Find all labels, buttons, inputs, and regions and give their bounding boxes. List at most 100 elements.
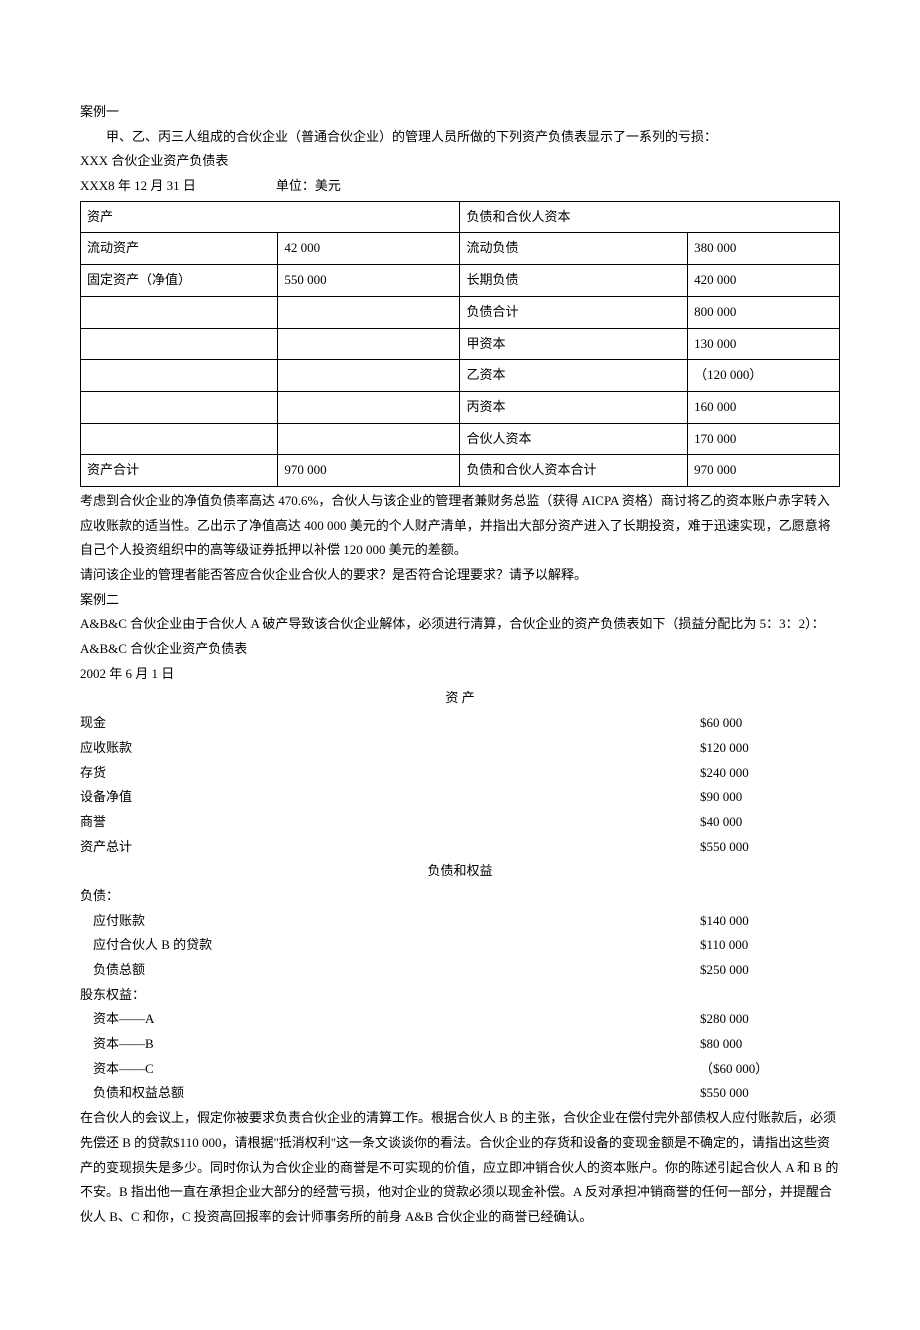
cell: 130 000: [688, 328, 840, 360]
table-row: 负债合计 800 000: [81, 296, 840, 328]
value: $110 000: [700, 933, 840, 958]
cell: 固定资产（净值）: [81, 265, 278, 297]
case-2-intro: A&B&C 合伙企业由于合伙人 A 破产导致该合伙企业解体，必须进行清算，合伙企…: [80, 612, 840, 637]
case-1-date-line: XXX8 年 12 月 31 日 单位：美元: [80, 174, 840, 199]
cell: [81, 360, 278, 392]
table-row: 丙资本 160 000: [81, 391, 840, 423]
cell: 800 000: [688, 296, 840, 328]
label: 负债总额: [80, 958, 700, 983]
cell: 流动资产: [81, 233, 278, 265]
cell: [278, 391, 460, 423]
cell: [278, 328, 460, 360]
table-row: 流动资产 42 000 流动负债 380 000: [81, 233, 840, 265]
list-item: 设备净值 $90 000: [80, 785, 840, 810]
case-1-paragraph-1: 考虑到合伙企业的净值负债率高达 470.6%，合伙人与该企业的管理者兼财务总监（…: [80, 489, 840, 563]
case-1-table-title: XXX 合伙企业资产负债表: [80, 149, 840, 174]
value: $280 000: [700, 1007, 840, 1032]
cell: 420 000: [688, 265, 840, 297]
cell: 甲资本: [460, 328, 688, 360]
value: $80 000: [700, 1032, 840, 1057]
cell: [278, 360, 460, 392]
case-1-paragraph-2: 请问该企业的管理者能否答应合伙企业合伙人的要求？是否符合论理要求？请予以解释。: [80, 563, 840, 588]
balance-sheet-table: 资产 负债和合伙人资本 流动资产 42 000 流动负债 380 000 固定资…: [80, 201, 840, 487]
list-item: 资本——A $280 000: [80, 1007, 840, 1032]
cell: 170 000: [688, 423, 840, 455]
table-row: 甲资本 130 000: [81, 328, 840, 360]
cell: 970 000: [688, 455, 840, 487]
value: $550 000: [700, 1081, 840, 1106]
value: $40 000: [700, 810, 840, 835]
list-item: 应收账款 $120 000: [80, 736, 840, 761]
case-2-table-title: A&B&C 合伙企业资产负债表: [80, 637, 840, 662]
value: $240 000: [700, 761, 840, 786]
value: $550 000: [700, 835, 840, 860]
cell: 丙资本: [460, 391, 688, 423]
case-1-unit: 单位：美元: [276, 174, 341, 199]
case-1-date: XXX8 年 12 月 31 日: [80, 174, 196, 199]
label: 资本——B: [80, 1032, 700, 1057]
list-item: 存货 $240 000: [80, 761, 840, 786]
label: 应付合伙人 B 的贷款: [80, 933, 700, 958]
cell: 380 000: [688, 233, 840, 265]
table-row: 资产合计 970 000 负债和合伙人资本合计 970 000: [81, 455, 840, 487]
cell: [81, 328, 278, 360]
label: 设备净值: [80, 785, 700, 810]
cell: 乙资本: [460, 360, 688, 392]
case-2-date: 2002 年 6 月 1 日: [80, 662, 840, 687]
case-2-paragraph-1: 在合伙人的会议上，假定你被要求负责合伙企业的清算工作。根据合伙人 B 的主张，合…: [80, 1106, 840, 1229]
value: $120 000: [700, 736, 840, 761]
label: 商誉: [80, 810, 700, 835]
header-assets: 资产: [81, 201, 460, 233]
list-item: 现金 $60 000: [80, 711, 840, 736]
value: $60 000: [700, 711, 840, 736]
value: $90 000: [700, 785, 840, 810]
cell: 资产合计: [81, 455, 278, 487]
cell: 负债合计: [460, 296, 688, 328]
case-1-intro: 甲、乙、丙三人组成的合伙企业（普通合伙企业）的管理人员所做的下列资产负债表显示了…: [80, 125, 840, 150]
list-item: 商誉 $40 000: [80, 810, 840, 835]
cell: 970 000: [278, 455, 460, 487]
cell: [81, 296, 278, 328]
cell: 流动负债: [460, 233, 688, 265]
value: $250 000: [700, 958, 840, 983]
cell: 合伙人资本: [460, 423, 688, 455]
table-header-row: 资产 负债和合伙人资本: [81, 201, 840, 233]
list-item: 负债和权益总额 $550 000: [80, 1081, 840, 1106]
case-1-title: 案例一: [80, 100, 840, 125]
cell: [81, 423, 278, 455]
list-item: 资产总计 $550 000: [80, 835, 840, 860]
label: 应付账款: [80, 909, 700, 934]
table-row: 固定资产（净值） 550 000 长期负债 420 000: [81, 265, 840, 297]
cell: [278, 423, 460, 455]
equity-label: 股东权益：: [80, 983, 840, 1008]
liab-label: 负债：: [80, 884, 840, 909]
cell: 42 000: [278, 233, 460, 265]
liab-section-header: 负债和权益: [80, 859, 840, 884]
label: 现金: [80, 711, 700, 736]
cell: 长期负债: [460, 265, 688, 297]
cell: （120 000）: [688, 360, 840, 392]
value: （$60 000）: [700, 1057, 840, 1082]
case-2-title: 案例二: [80, 588, 840, 613]
list-item: 资本——B $80 000: [80, 1032, 840, 1057]
cell: 160 000: [688, 391, 840, 423]
list-item: 应付账款 $140 000: [80, 909, 840, 934]
cell: [278, 296, 460, 328]
table-row: 乙资本 （120 000）: [81, 360, 840, 392]
list-item: 负债总额 $250 000: [80, 958, 840, 983]
list-item: 资本——C （$60 000）: [80, 1057, 840, 1082]
cell: 负债和合伙人资本合计: [460, 455, 688, 487]
label: 资本——A: [80, 1007, 700, 1032]
cell: 550 000: [278, 265, 460, 297]
label: 存货: [80, 761, 700, 786]
cell: [81, 391, 278, 423]
value: $140 000: [700, 909, 840, 934]
label: 应收账款: [80, 736, 700, 761]
table-row: 合伙人资本 170 000: [81, 423, 840, 455]
asset-section-header: 资 产: [80, 686, 840, 711]
header-liab: 负债和合伙人资本: [460, 201, 840, 233]
label: 资本——C: [80, 1057, 700, 1082]
list-item: 应付合伙人 B 的贷款 $110 000: [80, 933, 840, 958]
label: 负债和权益总额: [80, 1081, 700, 1106]
label: 资产总计: [80, 835, 700, 860]
